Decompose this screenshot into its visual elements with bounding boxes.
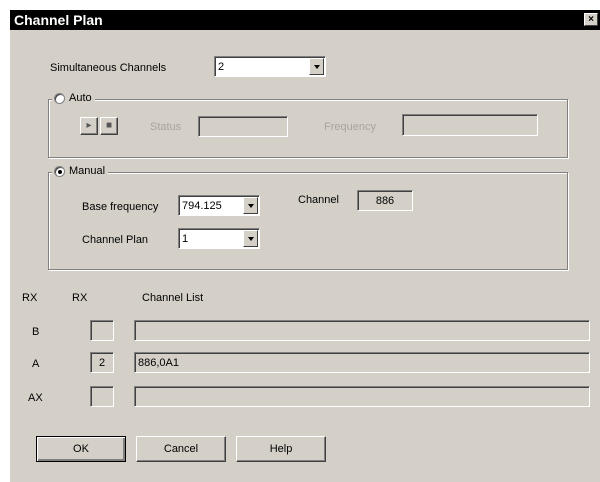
auto-frequency-field: [402, 114, 538, 136]
play-button[interactable]: ▸: [80, 117, 98, 135]
simultaneous-channels-select[interactable]: 2: [214, 56, 326, 77]
auto-status-field: [198, 116, 288, 137]
simultaneous-channels-value: 2: [218, 60, 225, 73]
help-button[interactable]: Help: [236, 436, 326, 462]
manual-radio-button[interactable]: [54, 165, 65, 177]
window-title: Channel Plan: [14, 12, 103, 28]
auto-frequency-label: Frequency: [324, 121, 376, 133]
channel-plan-label: Channel Plan: [82, 234, 149, 246]
play-icon: ▸: [86, 120, 92, 131]
channel-plan-value: 1: [182, 232, 189, 245]
channel-field: 886: [357, 190, 413, 211]
manual-group: [48, 172, 568, 270]
chevron-down-icon[interactable]: [309, 58, 324, 75]
auto-radio[interactable]: Auto: [52, 92, 95, 104]
ok-button[interactable]: OK: [36, 436, 126, 462]
base-frequency-label: Base frequency: [82, 201, 159, 213]
stop-button[interactable]: ■: [100, 117, 118, 135]
base-frequency-value: 794.125: [182, 199, 222, 212]
chevron-down-icon[interactable]: [243, 230, 258, 247]
stop-icon: ■: [105, 120, 113, 131]
channel-value: 886: [375, 194, 395, 207]
rx-row-name: B: [32, 326, 40, 338]
channel-label: Channel: [298, 194, 339, 206]
channel-list-field: [134, 320, 590, 341]
rx-count-field: 2: [90, 352, 114, 373]
channel-plan-dialog: Channel Plan × Simultaneous Channels 2 A…: [10, 10, 600, 482]
chevron-down-icon[interactable]: [243, 197, 258, 214]
auto-status-label: Status: [150, 121, 182, 133]
rx-column-header: RX: [22, 292, 38, 304]
simultaneous-channels-label: Simultaneous Channels: [50, 62, 167, 74]
cancel-button[interactable]: Cancel: [136, 436, 226, 462]
channel-plan-select[interactable]: 1: [178, 228, 260, 249]
rx-count-field: [90, 320, 114, 341]
rx-row-name: A: [32, 358, 40, 370]
rx-count-column-header: RX: [72, 292, 88, 304]
base-frequency-select[interactable]: 794.125: [178, 195, 260, 216]
rx-count-field: [90, 386, 114, 407]
close-icon: ×: [588, 14, 594, 25]
channel-list-column-header: Channel List: [142, 292, 204, 304]
title-bar: Channel Plan ×: [10, 10, 600, 30]
manual-radio[interactable]: Manual: [52, 165, 109, 177]
auto-label: Auto: [69, 92, 92, 104]
channel-list-value: 886,0A1: [138, 356, 179, 369]
channel-list-field: [134, 386, 590, 407]
rx-count-value: 2: [98, 356, 106, 369]
close-button[interactable]: ×: [584, 13, 598, 26]
rx-row-name: AX: [28, 392, 43, 404]
channel-list-field: 886,0A1: [134, 352, 590, 373]
manual-label: Manual: [69, 165, 106, 177]
auto-radio-button[interactable]: [54, 92, 65, 104]
